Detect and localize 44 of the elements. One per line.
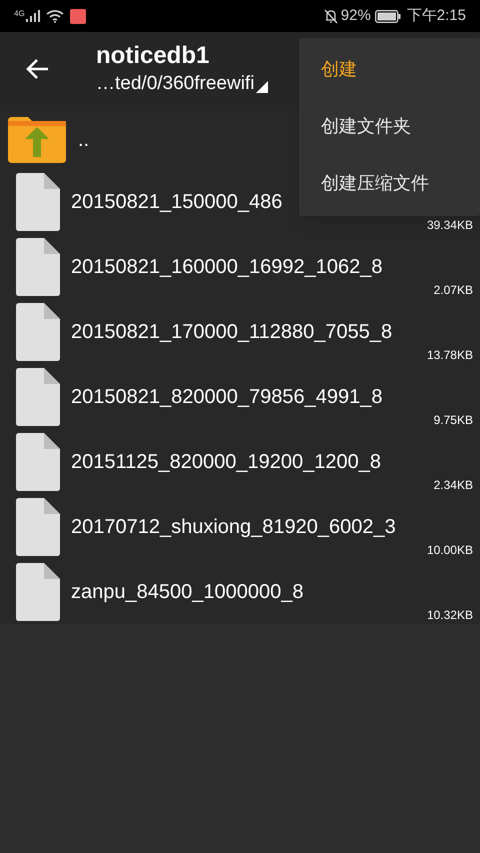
file-size: 9.75KB — [434, 412, 473, 429]
signal-icon — [26, 10, 40, 22]
file-row[interactable]: 20170712_shuxiong_81920_6002_3 10.00KB — [0, 494, 480, 559]
file-name: zanpu_84500_1000000_8 — [71, 580, 304, 604]
file-name: 20150821_820000_79856_4991_8 — [71, 384, 382, 410]
file-name: .. — [78, 128, 90, 153]
file-name: 20151125_820000_19200_1200_8 — [71, 450, 381, 474]
app-notification-icon — [70, 8, 86, 24]
file-name: 20150821_170000_112880_7055_8 — [71, 320, 392, 344]
menu-item[interactable]: 创建压缩文件 — [299, 155, 480, 212]
clock: 下午2:15 — [406, 6, 466, 26]
file-row[interactable]: 20151125_820000_19200_1200_8 2.34KB — [0, 429, 480, 494]
dropdown-corner-icon — [256, 81, 268, 93]
battery-icon — [374, 10, 401, 22]
path-dropdown[interactable]: …ted/0/360freewifi — [96, 71, 254, 97]
back-arrow-icon — [26, 58, 50, 80]
wifi-icon — [46, 10, 64, 22]
file-size: 2.34KB — [434, 477, 473, 494]
file-icon — [16, 498, 60, 556]
file-size: 10.32KB — [426, 607, 473, 624]
file-icon — [16, 368, 60, 426]
menu-item[interactable]: 创建文件夹 — [299, 98, 480, 155]
file-size: 13.78KB — [426, 347, 473, 364]
file-name: 20150821_160000_16992_1062_8 — [71, 254, 382, 280]
file-icon — [16, 562, 60, 620]
file-size: 10.00KB — [426, 542, 473, 559]
file-icon — [16, 238, 60, 296]
file-name: 20150821_150000_486 — [71, 190, 282, 214]
file-size: 39.34KB — [426, 217, 473, 234]
file-icon — [16, 172, 60, 230]
folder-up-icon — [8, 117, 66, 163]
mute-icon — [324, 8, 338, 24]
battery-percent: 92% — [340, 6, 371, 26]
file-icon — [16, 432, 60, 490]
folder-title: noticedb1 — [96, 41, 210, 71]
file-name: 20170712_shuxiong_81920_6002_3 — [71, 514, 396, 540]
file-row[interactable]: 20150821_160000_16992_1062_8 2.07KB — [0, 234, 480, 299]
file-row[interactable]: 20150821_170000_112880_7055_8 13.78KB — [0, 299, 480, 364]
network-label: 4G — [14, 8, 25, 20]
file-row[interactable]: 20150821_820000_79856_4991_8 9.75KB — [0, 364, 480, 429]
file-size: 2.07KB — [434, 282, 473, 299]
file-icon — [16, 302, 60, 360]
file-row[interactable]: zanpu_84500_1000000_8 10.32KB — [0, 559, 480, 624]
menu-item[interactable]: 创建 — [299, 41, 480, 98]
